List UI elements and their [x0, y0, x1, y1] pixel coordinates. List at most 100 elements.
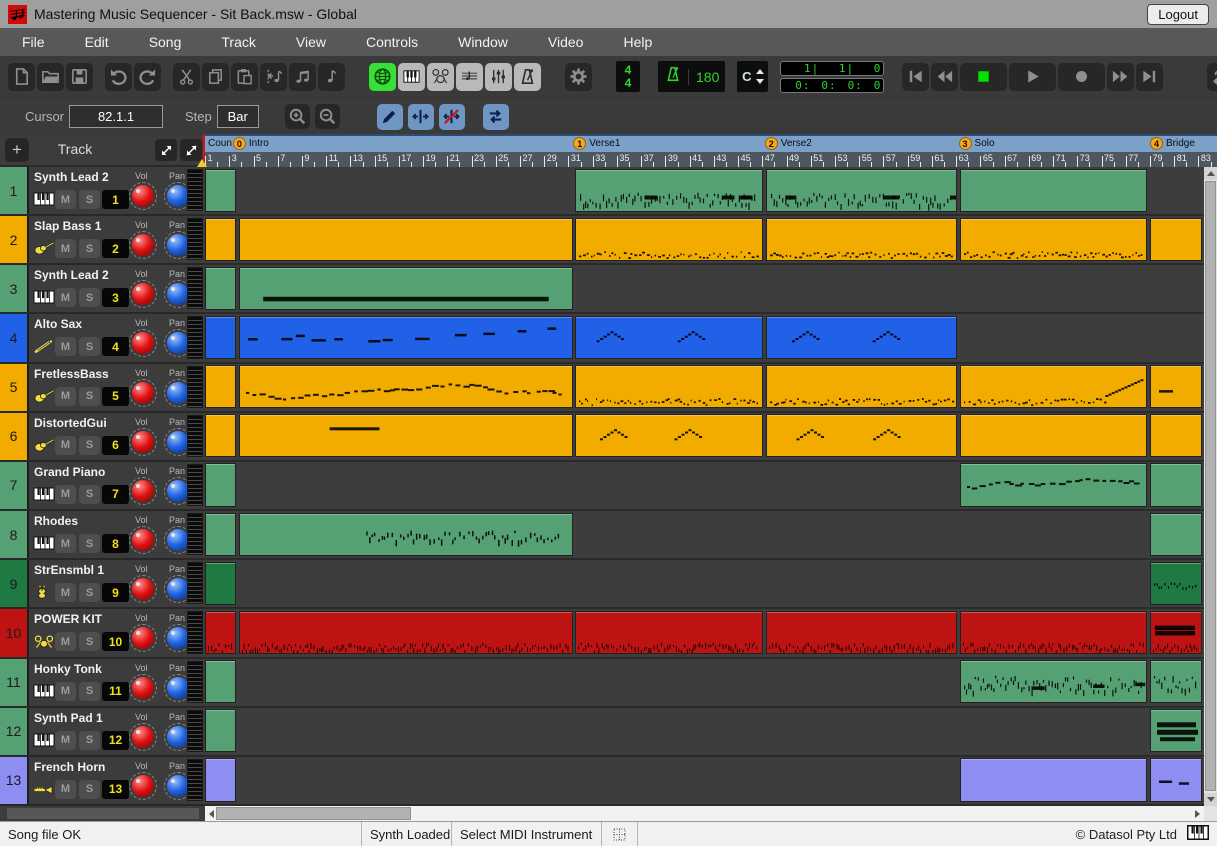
play-button[interactable] [1009, 63, 1056, 91]
mute-button[interactable]: M [55, 239, 76, 258]
clip-track5-1[interactable] [205, 365, 236, 408]
arrangement-row-11[interactable] [205, 659, 1204, 708]
clip-track3-1[interactable] [205, 267, 236, 310]
loop-button[interactable] [1207, 63, 1217, 91]
vertical-scroll-thumb[interactable] [1205, 181, 1216, 791]
track-name[interactable]: FretlessBass [34, 367, 109, 381]
copy-button[interactable] [202, 63, 229, 91]
clip-track9-2[interactable] [1150, 562, 1202, 605]
track-name[interactable]: StrEnsmbl 1 [34, 563, 104, 577]
clip-track4-2[interactable] [239, 316, 573, 359]
key-spinner[interactable] [756, 69, 764, 84]
mute-button[interactable]: M [55, 682, 76, 701]
clip-track1-1[interactable] [205, 169, 236, 212]
clip-track2-4[interactable] [766, 218, 957, 261]
clip-track5-6[interactable] [1150, 365, 1202, 408]
track-color-strip[interactable]: 7 [0, 462, 29, 509]
clip-track13-1[interactable] [205, 758, 236, 801]
track-name[interactable]: French Horn [34, 760, 105, 774]
track-color-strip[interactable]: 13 [0, 757, 29, 804]
arrangement-area[interactable] [205, 167, 1204, 806]
mute-button[interactable]: M [55, 337, 76, 356]
stop-button[interactable] [960, 63, 1007, 91]
track-row-12[interactable]: 12Synth Pad 1MS12VolPan [0, 708, 205, 757]
volume-knob[interactable] [129, 379, 157, 407]
track-name[interactable]: Synth Pad 1 [34, 711, 103, 725]
arrangement-row-1[interactable] [205, 167, 1204, 216]
solo-button[interactable]: S [79, 337, 100, 356]
open-file-button[interactable] [37, 63, 64, 91]
mute-button[interactable]: M [55, 387, 76, 406]
track-row-4[interactable]: 4Alto SaxMS4VolPan [0, 314, 205, 363]
track-color-strip[interactable]: 11 [0, 659, 29, 706]
solo-button[interactable]: S [79, 583, 100, 602]
clip-track4-3[interactable] [575, 316, 763, 359]
note-small-button[interactable] [318, 63, 345, 91]
menu-item-video[interactable]: Video [534, 30, 598, 54]
track-color-strip[interactable]: 4 [0, 314, 29, 361]
arrangement-row-8[interactable] [205, 511, 1204, 560]
solo-button[interactable]: S [79, 239, 100, 258]
clip-track8-2[interactable] [239, 513, 573, 556]
clip-track3-2[interactable] [239, 267, 573, 310]
mute-button[interactable]: M [55, 632, 76, 651]
track-row-7[interactable]: 7Grand PianoMS7VolPan [0, 462, 205, 511]
track-row-11[interactable]: 11Honky TonkMS11VolPan [0, 659, 205, 708]
mixer-button[interactable] [485, 63, 512, 91]
clip-track5-3[interactable] [575, 365, 763, 408]
step-input[interactable]: Bar [217, 105, 259, 128]
mute-button[interactable]: M [55, 731, 76, 750]
clip-track9-1[interactable] [205, 562, 236, 605]
arrangement-row-10[interactable] [205, 609, 1204, 658]
key-selector[interactable]: C [737, 61, 768, 92]
arrangement-row-2[interactable] [205, 216, 1204, 265]
undo-button[interactable] [105, 63, 132, 91]
clip-track10-5[interactable] [960, 611, 1147, 654]
scroll-down-button[interactable] [1204, 793, 1217, 806]
redo-button[interactable] [134, 63, 161, 91]
scroll-right-button[interactable] [1191, 806, 1204, 821]
volume-knob[interactable] [129, 428, 157, 456]
clip-track2-6[interactable] [1150, 218, 1202, 261]
paste-button[interactable] [231, 63, 258, 91]
metronome-button[interactable] [514, 63, 541, 91]
clip-track6-6[interactable] [1150, 414, 1202, 457]
save-file-button[interactable] [66, 63, 93, 91]
volume-knob[interactable] [129, 477, 157, 505]
solo-button[interactable]: S [79, 288, 100, 307]
menu-item-track[interactable]: Track [207, 30, 269, 54]
piano-keys-button[interactable] [398, 63, 425, 91]
clip-track7-2[interactable] [960, 463, 1147, 506]
cursor-input[interactable]: 82.1.1 [69, 105, 163, 128]
arrangement-row-9[interactable] [205, 560, 1204, 609]
expand-tracks-button[interactable] [155, 139, 177, 161]
mute-button[interactable]: M [55, 485, 76, 504]
cut-button[interactable] [173, 63, 200, 91]
mute-button[interactable]: M [55, 780, 76, 799]
track-name[interactable]: Synth Lead 2 [34, 170, 109, 184]
go-end-button[interactable] [1136, 63, 1163, 91]
menu-item-window[interactable]: Window [444, 30, 522, 54]
arrangement-row-3[interactable] [205, 265, 1204, 314]
clip-track4-1[interactable] [205, 316, 236, 359]
clip-track6-1[interactable] [205, 414, 236, 457]
track-name[interactable]: Slap Bass 1 [34, 219, 101, 233]
solo-button[interactable]: S [79, 731, 100, 750]
clip-track11-2[interactable] [960, 660, 1147, 703]
clip-track13-3[interactable] [1150, 758, 1202, 801]
solo-button[interactable]: S [79, 387, 100, 406]
fast-forward-button[interactable] [1107, 63, 1134, 91]
clip-track6-5[interactable] [960, 414, 1147, 457]
go-start-button[interactable] [902, 63, 929, 91]
clip-track8-1[interactable] [205, 513, 236, 556]
volume-knob[interactable] [129, 772, 157, 800]
collapse-tracks-button[interactable] [180, 139, 202, 161]
arrangement-row-6[interactable] [205, 413, 1204, 462]
solo-button[interactable]: S [79, 190, 100, 209]
mute-button[interactable]: M [55, 288, 76, 307]
clip-track10-4[interactable] [766, 611, 957, 654]
clip-track4-4[interactable] [766, 316, 957, 359]
track-color-strip[interactable]: 1 [0, 167, 29, 214]
clip-track5-2[interactable] [239, 365, 573, 408]
solo-button[interactable]: S [79, 436, 100, 455]
